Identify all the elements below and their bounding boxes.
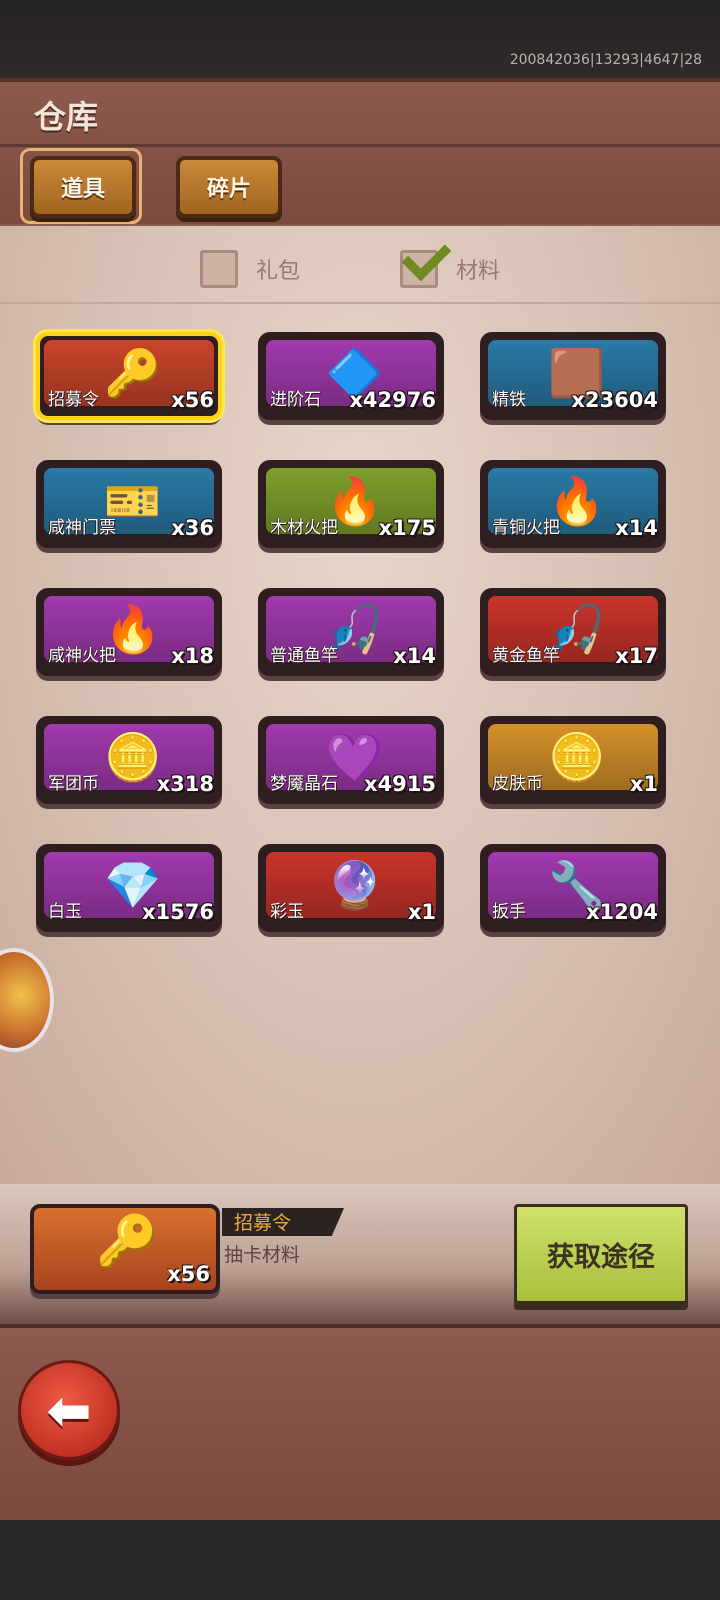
recruit-token-icon: 🔑 bbox=[96, 1212, 159, 1270]
item-count: x42976 bbox=[349, 388, 436, 412]
footer-wood: ⬅ bbox=[0, 1324, 720, 1524]
item-name: 咸神火把 bbox=[48, 646, 116, 666]
item-card[interactable]: 🟫 精铁 x23604 bbox=[480, 332, 666, 420]
item-name: 木材火把 bbox=[270, 518, 338, 538]
item-name: 普通鱼竿 bbox=[270, 646, 338, 666]
item-card[interactable]: 🔥 木材火把 x175 bbox=[258, 460, 444, 548]
item-card[interactable]: 🎣 黄金鱼竿 x17 bbox=[480, 588, 666, 676]
item-name: 招募令 bbox=[48, 390, 99, 410]
warehouse-header: 仓库 道具 碎片 bbox=[0, 78, 720, 228]
skin-coin-icon: 🪙 bbox=[548, 729, 606, 784]
item-count: x1576 bbox=[142, 900, 214, 924]
filter-material[interactable]: 材料 bbox=[400, 231, 501, 288]
gift-pack-checkbox[interactable] bbox=[200, 250, 238, 288]
filter-gift-pack[interactable]: 礼包 bbox=[200, 250, 300, 288]
item-name: 彩玉 bbox=[270, 902, 304, 922]
item-card[interactable]: 🔥 青铜火把 x14 bbox=[480, 460, 666, 548]
item-count: x1 bbox=[407, 900, 436, 924]
item-count: x318 bbox=[156, 772, 214, 796]
item-count: x1204 bbox=[586, 900, 658, 924]
item-name: 咸神门票 bbox=[48, 518, 116, 538]
item-card[interactable]: 💜 梦魇晶石 x4915 bbox=[258, 716, 444, 804]
inventory-panel: 礼包 材料 🔑 招募令 x56 🔷 进阶石 x42976 🟫 精铁 x23604 🎫 咸神门票 x36… bbox=[0, 224, 720, 1186]
item-card[interactable]: 🔥 咸神火把 x18 bbox=[36, 588, 222, 676]
obtain-methods-button[interactable]: 获取途径 bbox=[514, 1204, 688, 1304]
item-card[interactable]: 🔧 扳手 x1204 bbox=[480, 844, 666, 932]
selected-item-count: x56 bbox=[167, 1262, 210, 1286]
item-card[interactable]: 🔑 招募令 x56 bbox=[36, 332, 222, 420]
selected-item-name: 招募令 bbox=[234, 1212, 292, 1234]
item-card[interactable]: 🔷 进阶石 x42976 bbox=[258, 332, 444, 420]
back-button[interactable]: ⬅ bbox=[18, 1360, 120, 1460]
check-icon bbox=[401, 231, 452, 282]
item-count: x175 bbox=[378, 516, 436, 540]
item-count: x14 bbox=[615, 516, 658, 540]
filter-label: 礼包 bbox=[256, 259, 301, 284]
item-name: 白玉 bbox=[48, 902, 82, 922]
item-count: x56 bbox=[171, 388, 214, 412]
recruit-token-icon: 🔑 bbox=[104, 345, 162, 400]
back-arrow-icon: ⬅ bbox=[46, 1378, 92, 1442]
tab-items[interactable]: 道具 bbox=[30, 156, 136, 218]
item-count: x18 bbox=[171, 644, 214, 668]
page-title: 仓库 bbox=[34, 98, 99, 136]
filter-row: 礼包 材料 bbox=[0, 226, 720, 304]
plank-divider bbox=[0, 144, 720, 147]
item-count: x14 bbox=[393, 644, 436, 668]
item-card[interactable]: 🪙 军团币 x318 bbox=[36, 716, 222, 804]
item-count: x17 bbox=[615, 644, 658, 668]
item-name: 军团币 bbox=[48, 774, 99, 794]
filter-label: 材料 bbox=[456, 259, 501, 284]
system-nav-bar bbox=[0, 1520, 720, 1600]
item-name: 皮肤币 bbox=[492, 774, 543, 794]
item-name: 扳手 bbox=[492, 902, 526, 922]
item-count: x23604 bbox=[571, 388, 658, 412]
tab-fragments[interactable]: 碎片 bbox=[176, 156, 282, 218]
material-checkbox[interactable] bbox=[400, 231, 452, 288]
build-info: 200842036|13293|4647|28 bbox=[509, 52, 702, 68]
item-card[interactable]: 🔮 彩玉 x1 bbox=[258, 844, 444, 932]
item-count: x1 bbox=[629, 772, 658, 796]
item-count: x36 bbox=[171, 516, 214, 540]
item-count: x4915 bbox=[364, 772, 436, 796]
rainbow-jade-icon: 🔮 bbox=[326, 857, 384, 912]
item-name: 精铁 bbox=[492, 390, 526, 410]
selected-item-description: 抽卡材料 bbox=[224, 1244, 301, 1266]
item-detail-bar: 🔑 x56 招募令 抽卡材料 获取途径 bbox=[0, 1184, 720, 1324]
item-card[interactable]: 🎫 咸神门票 x36 bbox=[36, 460, 222, 548]
item-card[interactable]: 💎 白玉 x1576 bbox=[36, 844, 222, 932]
item-name: 进阶石 bbox=[270, 390, 321, 410]
top-status-bar: 200842036|13293|4647|28 bbox=[0, 0, 720, 78]
selected-item-card: 🔑 x56 bbox=[30, 1204, 220, 1294]
item-card[interactable]: 🎣 普通鱼竿 x14 bbox=[258, 588, 444, 676]
item-card[interactable]: 🪙 皮肤币 x1 bbox=[480, 716, 666, 804]
item-name: 梦魇晶石 bbox=[270, 774, 338, 794]
item-name: 黄金鱼竿 bbox=[492, 646, 560, 666]
item-name: 青铜火把 bbox=[492, 518, 560, 538]
